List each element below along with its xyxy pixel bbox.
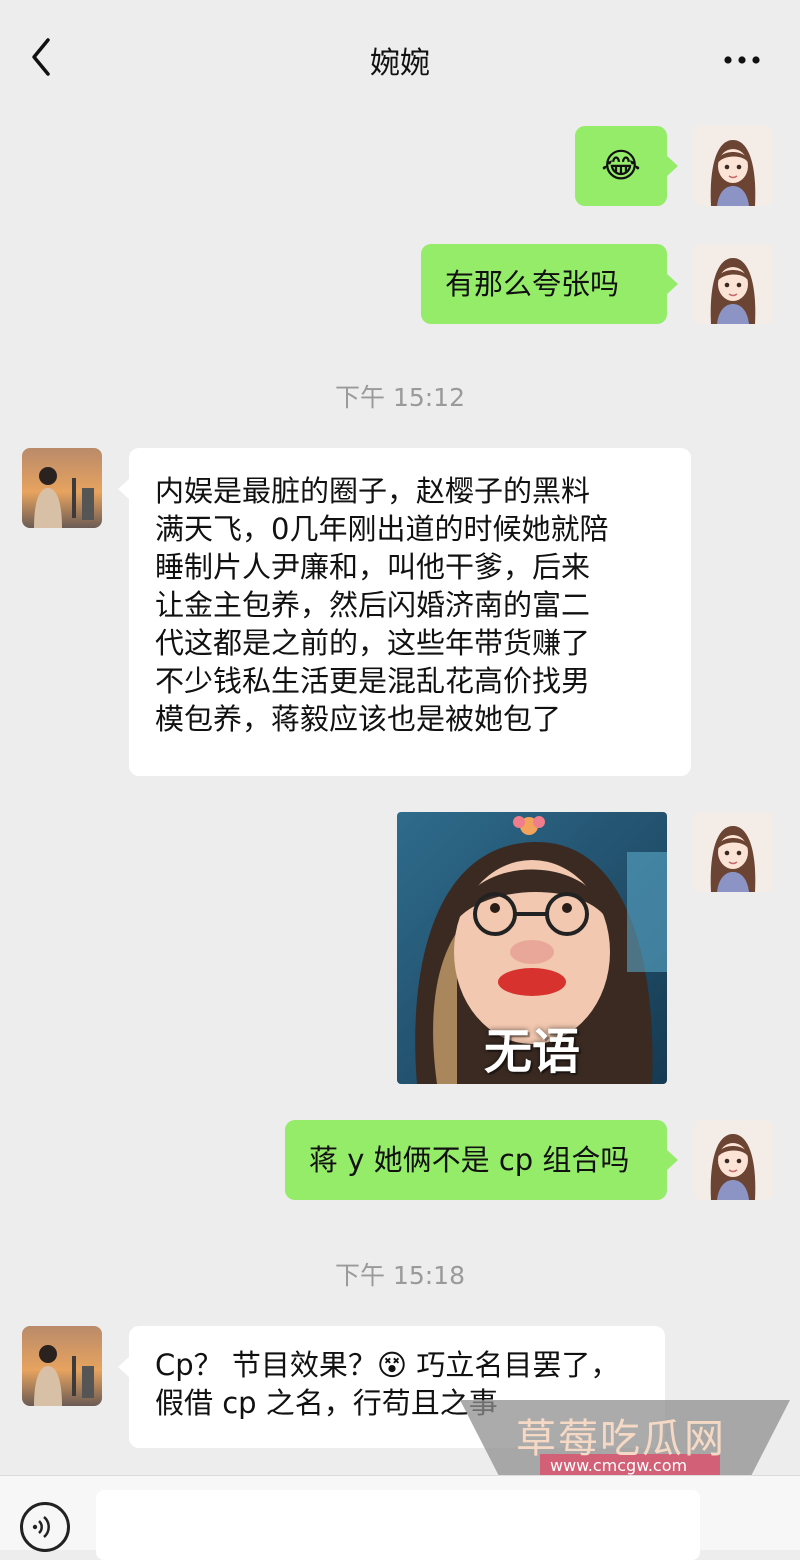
chat-header: 婉婉 <box>0 0 800 105</box>
girl-avatar-icon <box>693 1120 773 1200</box>
my-avatar[interactable] <box>693 1120 773 1200</box>
contact-avatar[interactable] <box>22 1326 102 1406</box>
message-text: Cp？ 节目效果？ <box>155 1348 377 1382</box>
sticker-caption: 无语 <box>483 1024 580 1080</box>
more-button[interactable] <box>720 40 764 80</box>
more-dots-icon <box>724 56 760 64</box>
timestamp: 下午 15:12 <box>335 383 465 412</box>
watermark: 草莓吃瓜网 www.cmcgw.com <box>460 1398 790 1480</box>
voice-button[interactable] <box>20 1502 70 1552</box>
message-line: 内娱是最脏的圈子，赵樱子的黑料 <box>155 474 591 508</box>
dizzy-emoji: 😵 <box>376 1348 408 1382</box>
my-message-bubble[interactable]: 😂 <box>575 126 678 206</box>
girl-avatar-icon <box>693 812 773 892</box>
laughing-emoji: 😂 <box>601 146 641 186</box>
message-line: 睡制片人尹廉和，叫他干爹，后来 <box>155 550 591 584</box>
message-text: 蒋 y 她俩不是 cp 组合吗 <box>309 1143 630 1177</box>
message-line: Cp？ 节目效果？😵 巧立名目罢了， <box>155 1346 639 1384</box>
watermark-url: www.cmcgw.com <box>550 1456 688 1475</box>
input-bar <box>0 1475 800 1560</box>
girl-avatar-icon <box>693 244 773 324</box>
message-input[interactable] <box>96 1490 700 1560</box>
timestamp: 下午 15:18 <box>335 1261 465 1290</box>
message-text: 有那么夸张吗 <box>445 267 620 301</box>
my-message-bubble[interactable]: 有那么夸张吗 <box>421 244 678 324</box>
my-avatar[interactable] <box>693 126 773 206</box>
my-avatar[interactable] <box>693 244 773 324</box>
sticker-image[interactable]: 无语 <box>397 812 667 1084</box>
sunset-photo-avatar-icon <box>22 1326 102 1406</box>
voice-icon <box>32 1516 50 1538</box>
message-line: 代这都是之前的，这些年带货赚了 <box>155 626 591 660</box>
contact-message-bubble[interactable]: 内娱是最脏的圈子，赵樱子的黑料 满天飞，0几年刚出道的时候她就陪 睡制片人尹廉和… <box>118 448 691 776</box>
message-line: 满天飞，0几年刚出道的时候她就陪 <box>155 512 609 546</box>
my-avatar[interactable] <box>693 812 773 892</box>
sunset-photo-avatar-icon <box>22 448 102 528</box>
message-line: 不少钱私生活更是混乱花高价找男 <box>155 664 591 698</box>
message-line: 模包养，蒋毅应该也是被她包了 <box>155 702 562 736</box>
girl-avatar-icon <box>693 126 773 206</box>
chat-title: 婉婉 <box>370 46 430 81</box>
message-text: 巧立名目罢了， <box>407 1348 620 1382</box>
my-message-bubble[interactable]: 蒋 y 她俩不是 cp 组合吗 <box>285 1120 678 1200</box>
message-line: 让金主包养，然后闪婚济南的富二 <box>155 588 591 622</box>
contact-avatar[interactable] <box>22 448 102 528</box>
